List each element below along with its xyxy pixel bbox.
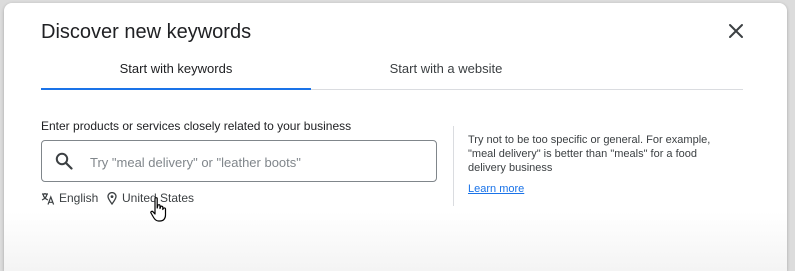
tab-start-with-website[interactable]: Start with a website bbox=[311, 51, 581, 89]
location-selector[interactable]: United States bbox=[105, 189, 205, 207]
keyword-search-input[interactable] bbox=[88, 149, 422, 175]
dialog-title: Discover new keywords bbox=[41, 21, 252, 43]
tab-bar: Start with keywords Start with a website bbox=[41, 51, 743, 90]
learn-more-link[interactable]: Learn more bbox=[468, 183, 524, 195]
vertical-divider bbox=[453, 126, 454, 206]
close-button[interactable] bbox=[726, 21, 746, 41]
search-icon bbox=[55, 152, 73, 170]
language-label: English bbox=[59, 191, 99, 205]
tab-start-with-keywords[interactable]: Start with keywords bbox=[41, 51, 311, 90]
search-prompt-label: Enter products or services closely relat… bbox=[41, 119, 352, 133]
tab-label: Start with a website bbox=[389, 61, 503, 76]
close-icon bbox=[729, 24, 743, 38]
location-pin-icon bbox=[107, 192, 117, 205]
help-tip-text: Try not to be too specific or general. F… bbox=[468, 134, 711, 174]
keyword-search-box[interactable] bbox=[41, 140, 437, 182]
tab-label: Start with keywords bbox=[119, 61, 233, 76]
language-selector[interactable]: English bbox=[41, 189, 101, 207]
translate-icon bbox=[41, 193, 55, 205]
active-tab-indicator bbox=[41, 88, 311, 90]
discover-keywords-dialog: Discover new keywords Start with keyword… bbox=[4, 3, 787, 271]
location-label: United States bbox=[122, 191, 195, 205]
